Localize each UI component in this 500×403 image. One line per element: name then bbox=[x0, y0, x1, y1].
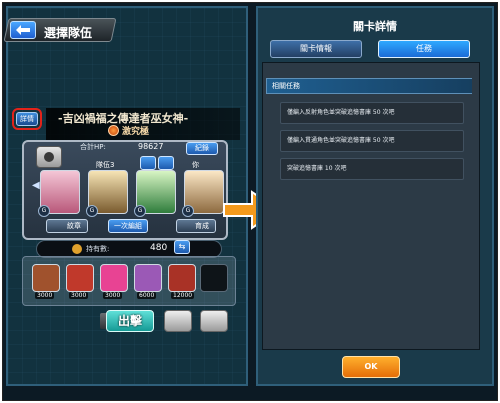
character-slot-1[interactable]: G bbox=[38, 170, 80, 217]
back-button[interactable] bbox=[10, 21, 36, 39]
lock-icon[interactable] bbox=[36, 146, 62, 168]
panel-title: 關卡詳情 bbox=[353, 20, 397, 33]
item-quantity: 3000 bbox=[35, 292, 55, 299]
hp-label: 合計HP: bbox=[80, 143, 106, 151]
character-slot-friend[interactable]: G bbox=[182, 170, 224, 217]
item-slot-3[interactable]: 3000 bbox=[100, 264, 128, 299]
grade-badge: G bbox=[182, 205, 194, 217]
grade-badge: G bbox=[134, 205, 146, 217]
helper-icon[interactable] bbox=[164, 310, 192, 332]
section-title: 相關任務 bbox=[272, 82, 300, 90]
grade-badge: G bbox=[86, 205, 98, 217]
back-arrow-icon bbox=[16, 25, 30, 35]
sort-button[interactable] bbox=[158, 156, 174, 170]
item-slot-1[interactable]: 3000 bbox=[32, 264, 60, 299]
owned-value: 480 bbox=[150, 243, 168, 253]
owned-label: 持有數: bbox=[86, 245, 110, 253]
detail-button[interactable]: 詳情 bbox=[16, 112, 38, 126]
crest-button[interactable]: 紋章 bbox=[46, 219, 88, 233]
record-button[interactable]: 紀錄 bbox=[186, 142, 218, 155]
coin-icon bbox=[72, 244, 82, 254]
ok-button[interactable]: OK bbox=[342, 356, 400, 378]
difficulty-label: 激究極 bbox=[122, 127, 150, 137]
item-slot-4[interactable]: 6000 bbox=[134, 264, 162, 299]
item-slot-5[interactable]: 12000 bbox=[168, 264, 196, 299]
grow-button[interactable]: 育成 bbox=[176, 219, 216, 233]
friend-tag: 你 bbox=[192, 161, 199, 169]
mission-item-3: 突破追憶書庫 10 次吧 bbox=[280, 158, 464, 180]
cage-icon[interactable] bbox=[200, 310, 228, 332]
quick-edit-button[interactable]: 一次編組 bbox=[108, 219, 148, 233]
item-quantity: 6000 bbox=[137, 292, 157, 299]
item-quantity: 3000 bbox=[69, 292, 89, 299]
team-name: 隊伍3 bbox=[96, 161, 115, 169]
item-quantity: 3000 bbox=[103, 292, 123, 299]
page-title: 選擇隊伍 bbox=[44, 26, 93, 40]
item-slot-2[interactable]: 3000 bbox=[66, 264, 94, 299]
list-view-button[interactable] bbox=[140, 156, 156, 170]
grade-badge: G bbox=[38, 205, 50, 217]
sortie-button[interactable]: 出擊 bbox=[106, 310, 154, 332]
tab-missions[interactable]: 任務 bbox=[378, 40, 470, 58]
character-slots: G G G G bbox=[38, 170, 226, 218]
difficulty-icon bbox=[108, 125, 119, 136]
swap-icon[interactable]: ⇆ bbox=[174, 240, 190, 254]
mission-item-1: 僅編入反射角色並突破追憶書庫 50 次吧 bbox=[280, 102, 464, 124]
hp-value: 98627 bbox=[138, 142, 164, 151]
character-slot-2[interactable]: G bbox=[86, 170, 128, 217]
item-quantity: 12000 bbox=[171, 292, 195, 299]
prev-team-icon[interactable]: ◀ bbox=[32, 180, 40, 191]
mission-item-2: 僅編入貫通角色並突破追憶書庫 50 次吧 bbox=[280, 130, 464, 152]
character-slot-3[interactable]: G bbox=[134, 170, 176, 217]
tab-stage-info[interactable]: 關卡情報 bbox=[270, 40, 362, 58]
item-slot-empty[interactable] bbox=[200, 264, 228, 292]
